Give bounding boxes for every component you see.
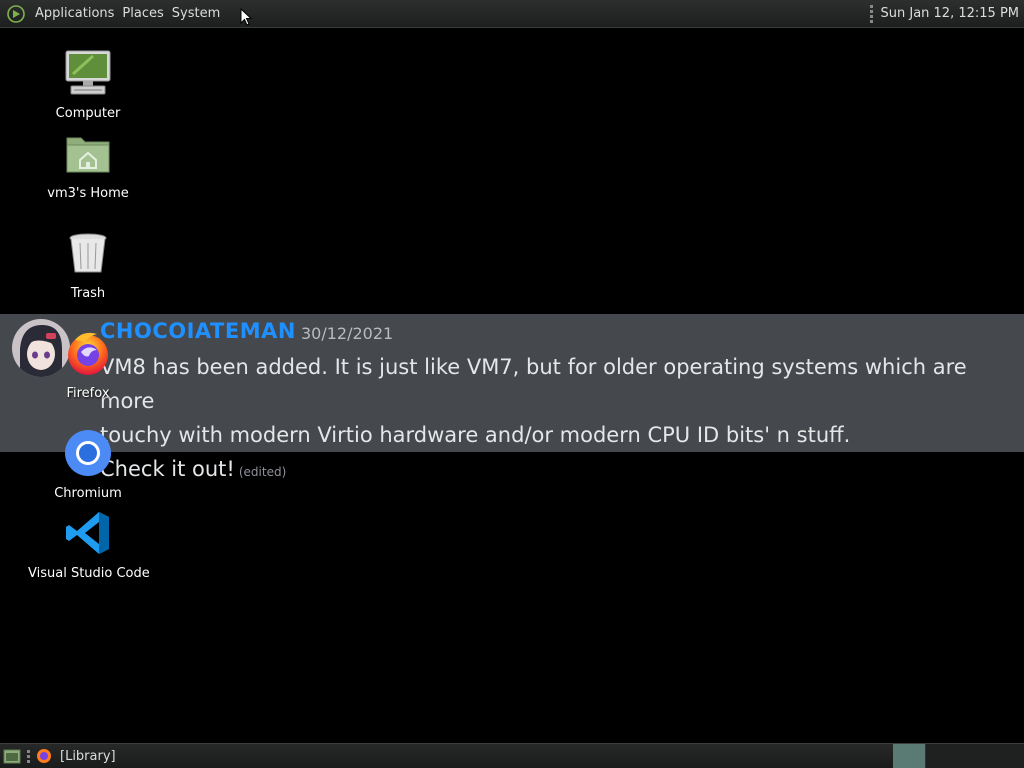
chromium-icon bbox=[65, 430, 111, 476]
desktop-icon-vscode[interactable]: Visual Studio Code bbox=[28, 508, 150, 581]
desktop-icon-trash[interactable]: Trash bbox=[28, 228, 148, 301]
bottom-panel: [Library] bbox=[0, 743, 1024, 768]
home-folder-icon bbox=[66, 137, 110, 173]
desktop-icon-computer[interactable]: Computer bbox=[28, 48, 148, 121]
clock[interactable]: Sun Jan 12, 12:15 PM bbox=[881, 6, 1020, 21]
panel-grip-icon[interactable] bbox=[869, 4, 873, 23]
edited-tag: (edited) bbox=[238, 465, 287, 479]
top-panel: Applications Places System Sun Jan 12, 1… bbox=[0, 0, 1024, 28]
message-timestamp: 30/12/2021 bbox=[301, 324, 394, 343]
message-line-last: Check it out! (edited) bbox=[100, 452, 1015, 489]
taskbar-window-library[interactable]: [Library] bbox=[60, 749, 116, 764]
vscode-icon bbox=[66, 512, 109, 554]
desktop-screen: Applications Places System Sun Jan 12, 1… bbox=[0, 0, 1024, 768]
message-line: touchy with modern Virtio hardware and/o… bbox=[100, 423, 851, 447]
firefox-task-icon bbox=[37, 749, 51, 763]
desktop-icon-label: Visual Studio Code bbox=[28, 566, 150, 581]
message-body: VM8 has been added. It is just like VM7,… bbox=[100, 350, 1015, 489]
desktop-icon-chromium[interactable]: Chromium bbox=[28, 428, 148, 501]
workspace-1[interactable] bbox=[893, 744, 926, 768]
message-overlay: CHOCOIATEMAN 30/12/2021 VM8 has been add… bbox=[0, 314, 1024, 481]
desktop-icon-home[interactable]: vm3's Home bbox=[28, 128, 148, 201]
show-desktop-icon[interactable] bbox=[3, 749, 21, 764]
desktop-icon-firefox[interactable]: Firefox bbox=[28, 328, 148, 401]
desktop-icon-label: vm3's Home bbox=[47, 186, 129, 201]
places-menu[interactable]: Places bbox=[118, 6, 167, 21]
desktop-icon-label: Computer bbox=[55, 106, 121, 121]
mouse-cursor-icon bbox=[240, 8, 252, 26]
desktop-icon-label: Chromium bbox=[54, 486, 122, 501]
panel-right-area: Sun Jan 12, 12:15 PM bbox=[869, 0, 1024, 27]
desktop-icon-label: Trash bbox=[70, 286, 106, 301]
computer-icon bbox=[65, 50, 111, 95]
panel-grip-icon[interactable] bbox=[27, 749, 30, 763]
workspace-2[interactable] bbox=[925, 744, 1024, 768]
trash-icon bbox=[69, 233, 107, 273]
desktop-icon-label: Firefox bbox=[66, 386, 110, 401]
system-menu[interactable]: System bbox=[168, 6, 224, 21]
firefox-icon bbox=[68, 332, 108, 375]
message-line: VM8 has been added. It is just like VM7,… bbox=[100, 355, 967, 413]
mate-logo-icon[interactable] bbox=[7, 4, 25, 23]
applications-menu[interactable]: Applications bbox=[31, 6, 118, 21]
